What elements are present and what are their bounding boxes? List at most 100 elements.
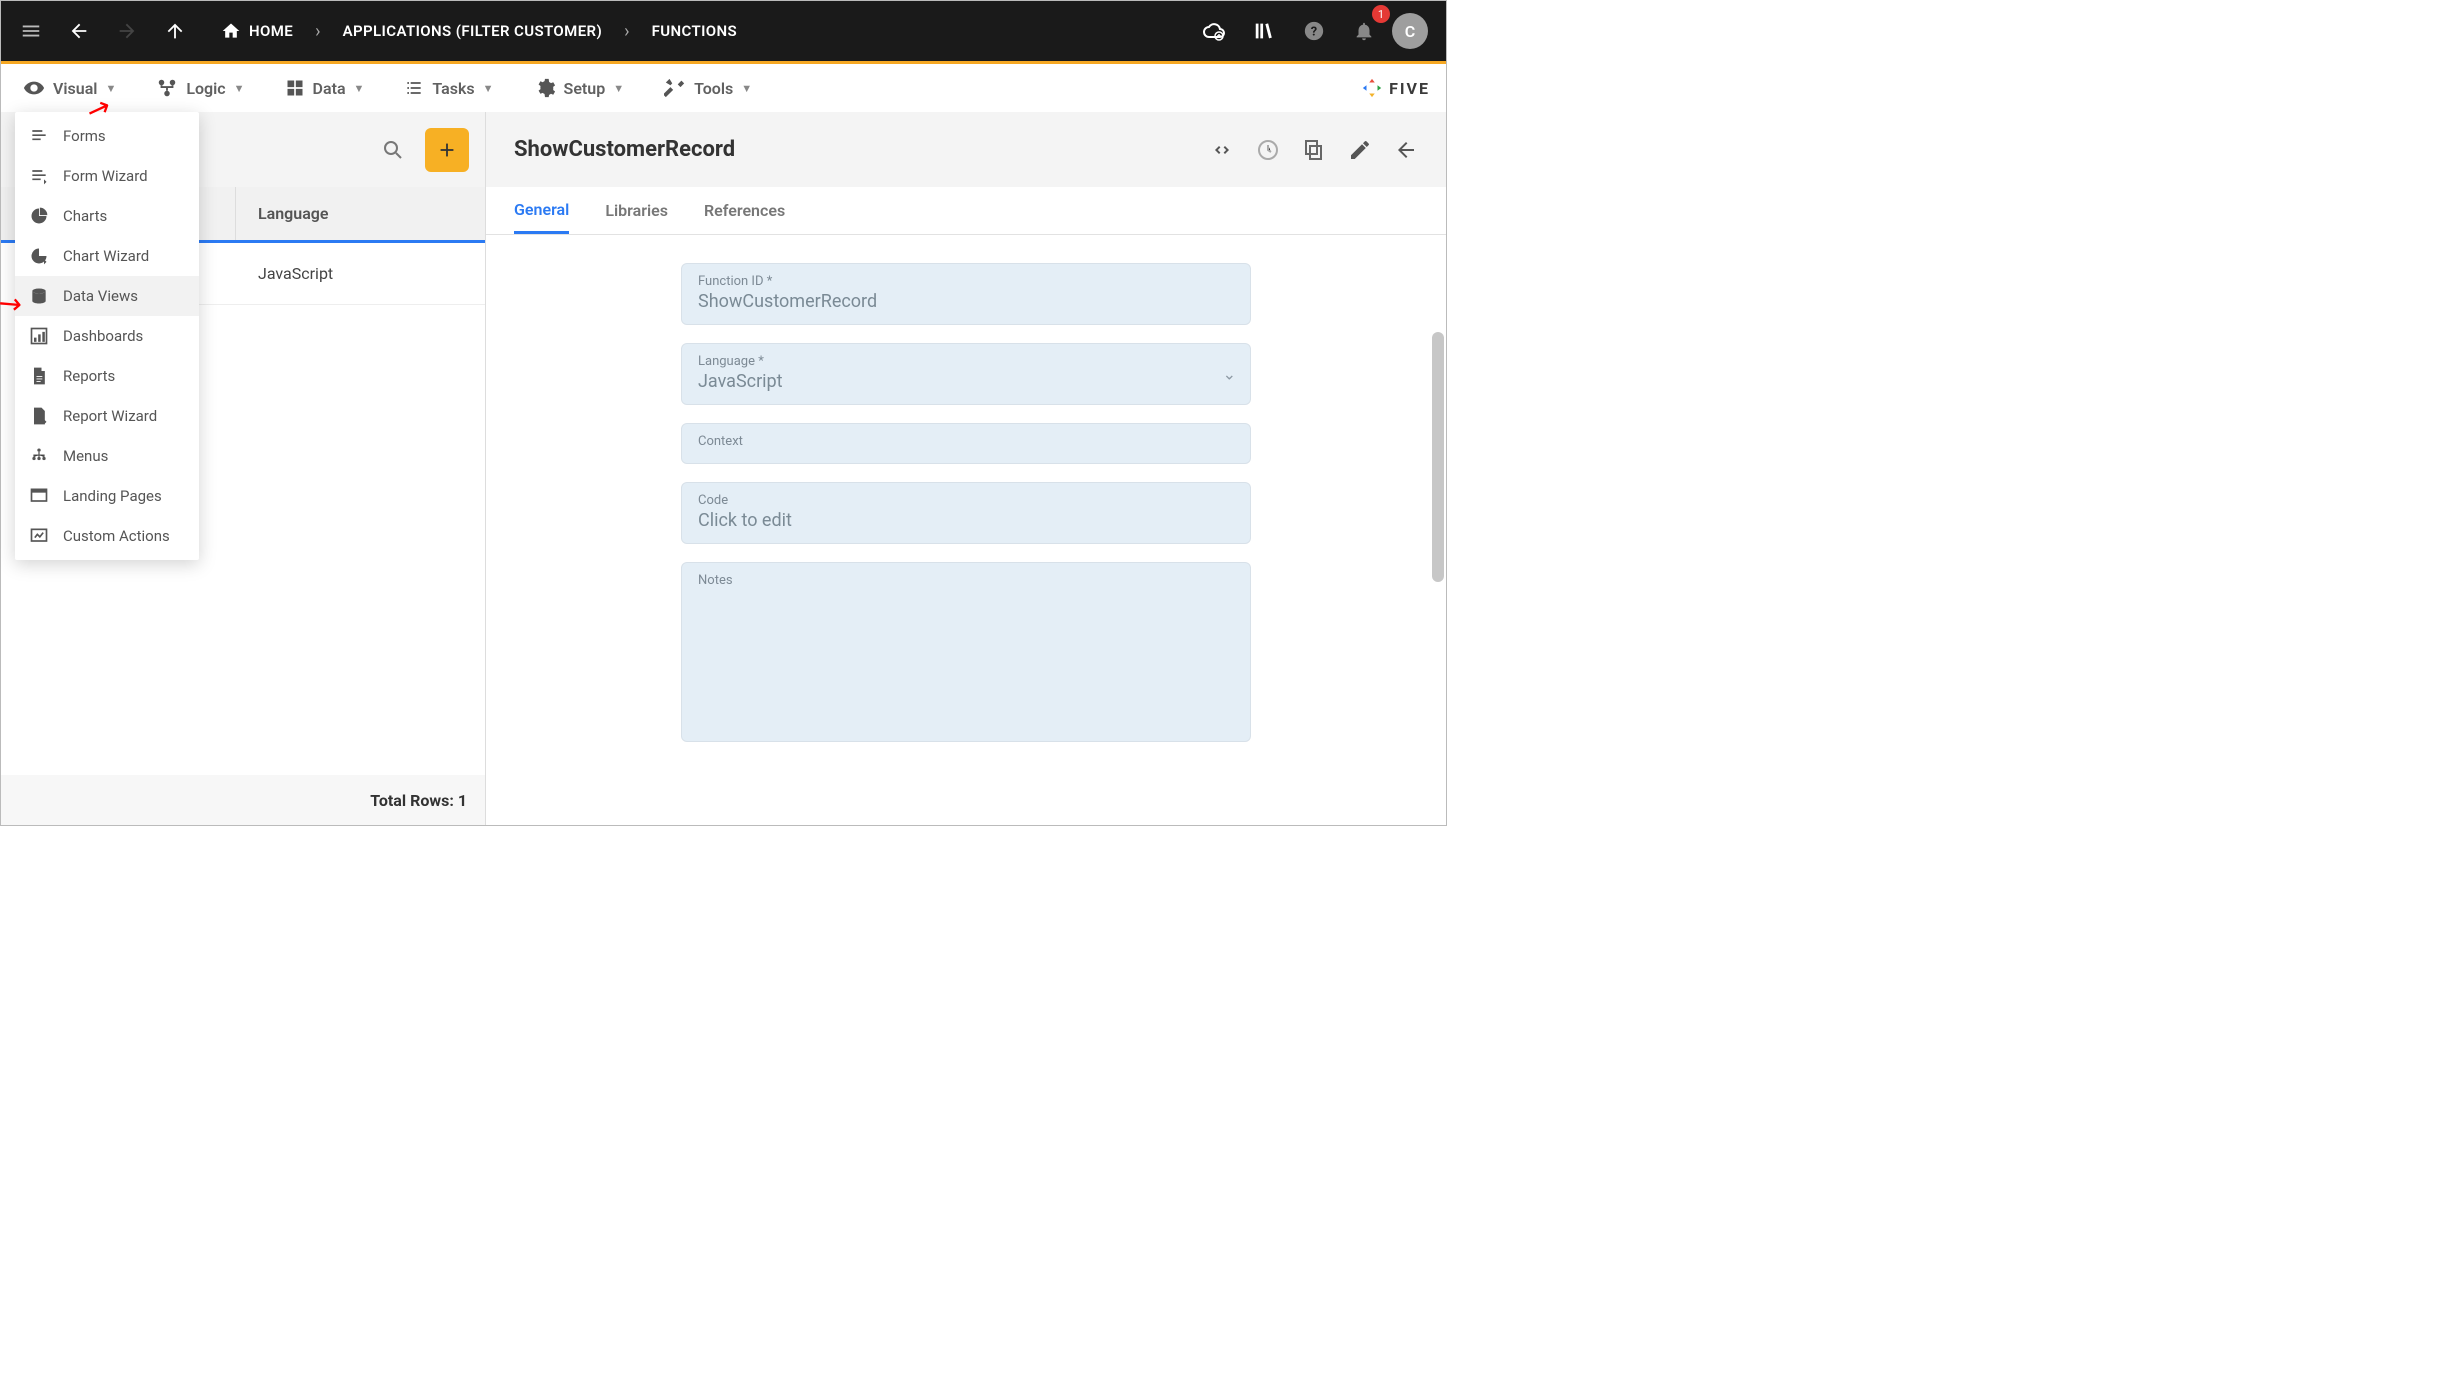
search-icon: [381, 138, 405, 162]
copy-button[interactable]: [1302, 138, 1326, 162]
custom-actions-icon: [29, 526, 49, 546]
detail-actions: [1210, 138, 1418, 162]
edit-button[interactable]: [1348, 138, 1372, 162]
dropdown-item-chart-wizard[interactable]: Chart Wizard: [15, 236, 199, 276]
cloud-icon: [1202, 19, 1226, 43]
tab-general[interactable]: General: [514, 188, 569, 234]
dropdown-item-custom-actions[interactable]: Custom Actions: [15, 516, 199, 556]
detail-panel: ShowCustomerRecord General Libraries Ref…: [486, 112, 1446, 825]
scrollbar-thumb[interactable]: [1432, 332, 1444, 582]
back-button[interactable]: [57, 9, 101, 53]
avatar[interactable]: C: [1392, 13, 1428, 49]
dropdown-item-label: Chart Wizard: [63, 247, 149, 265]
pencil-icon: [1348, 138, 1372, 162]
dropdown-item-label: Form Wizard: [63, 167, 148, 185]
dropdown-item-menus[interactable]: Menus: [15, 436, 199, 476]
chevron-down-icon: ▼: [354, 82, 365, 95]
chevron-down-icon: ▼: [613, 82, 624, 95]
dropdown-item-form-wizard[interactable]: Form Wizard: [15, 156, 199, 196]
plus-icon: [436, 139, 458, 161]
code-button[interactable]: [1210, 138, 1234, 162]
charts-icon: [29, 206, 49, 226]
history-button[interactable]: [1256, 138, 1280, 162]
tab-references[interactable]: References: [704, 189, 785, 232]
library-button[interactable]: [1242, 9, 1286, 53]
forms-icon: [29, 126, 49, 146]
top-bar: HOME › APPLICATIONS (FILTER CUSTOMER) › …: [1, 1, 1446, 61]
hamburger-button[interactable]: [9, 9, 53, 53]
dropdown-item-landing-pages[interactable]: Landing Pages: [15, 476, 199, 516]
books-icon: [1253, 20, 1275, 42]
dropdown-item-forms[interactable]: Forms: [15, 116, 199, 156]
arrow-left-icon: [1394, 138, 1418, 162]
arrow-left-icon: [68, 20, 90, 42]
visual-dropdown: Forms Form Wizard Charts Chart Wizard Da…: [15, 112, 199, 560]
logo: FIVE: [1361, 77, 1430, 99]
logo-icon: [1361, 77, 1383, 99]
notifications-button[interactable]: 1: [1342, 9, 1386, 53]
menu-tools-label: Tools: [694, 79, 733, 98]
help-button[interactable]: ?: [1292, 9, 1336, 53]
data-views-icon: [29, 286, 49, 306]
dropdown-item-reports[interactable]: Reports: [15, 356, 199, 396]
language-label: Language *: [698, 354, 1234, 369]
function-id-label: Function ID *: [698, 274, 1234, 289]
dropdown-item-charts[interactable]: Charts: [15, 196, 199, 236]
form-wizard-icon: [29, 166, 49, 186]
context-field[interactable]: Context: [681, 423, 1251, 464]
language-field[interactable]: Language * JavaScript ⌄: [681, 343, 1251, 405]
dropdown-item-label: Forms: [63, 127, 106, 145]
menu-visual-label: Visual: [53, 79, 97, 98]
clock-icon: [1256, 138, 1280, 162]
menus-icon: [29, 446, 49, 466]
chevron-down-icon: ▼: [741, 82, 752, 95]
bell-icon: [1353, 20, 1375, 42]
function-id-field[interactable]: Function ID * ShowCustomerRecord: [681, 263, 1251, 325]
dashboards-icon: [29, 326, 49, 346]
tab-libraries[interactable]: Libraries: [605, 189, 668, 232]
chevron-right-icon: ›: [618, 21, 635, 42]
list-icon: [404, 78, 424, 98]
breadcrumb-home-label: HOME: [249, 22, 293, 40]
cloud-button[interactable]: [1192, 9, 1236, 53]
notification-badge: 1: [1372, 5, 1390, 23]
menu-tools[interactable]: Tools ▼: [654, 71, 762, 105]
code-value: Click to edit: [698, 510, 1234, 531]
menu-data-label: Data: [313, 79, 346, 98]
breadcrumb-app[interactable]: APPLICATIONS (FILTER CUSTOMER): [331, 14, 615, 48]
dropdown-item-label: Menus: [63, 447, 108, 465]
up-button[interactable]: [153, 9, 197, 53]
menu-setup[interactable]: Setup▼: [524, 71, 635, 105]
add-button[interactable]: [425, 128, 469, 172]
column-language[interactable]: Language: [236, 187, 351, 240]
list-footer: Total Rows: 1: [1, 775, 485, 825]
dropdown-item-label: Report Wizard: [63, 407, 157, 425]
notes-field[interactable]: Notes: [681, 562, 1251, 742]
dropdown-item-label: Custom Actions: [63, 527, 170, 545]
dropdown-item-data-views[interactable]: Data Views: [15, 276, 199, 316]
menu-data[interactable]: Data ▼: [275, 72, 375, 104]
chevron-down-icon: ▼: [105, 82, 116, 95]
dropdown-item-label: Dashboards: [63, 327, 143, 345]
back-detail-button[interactable]: [1394, 138, 1418, 162]
dropdown-item-dashboards[interactable]: Dashboards: [15, 316, 199, 356]
menu-logic[interactable]: Logic▼: [146, 71, 254, 105]
search-button[interactable]: [373, 130, 413, 170]
copy-icon: [1302, 138, 1326, 162]
reports-icon: [29, 366, 49, 386]
forward-button[interactable]: [105, 9, 149, 53]
menu-visual[interactable]: Visual ▼: [13, 71, 126, 105]
language-value: JavaScript: [698, 371, 1234, 392]
menu-tasks[interactable]: Tasks▼: [394, 72, 503, 104]
help-icon: ?: [1303, 20, 1325, 42]
breadcrumb-page[interactable]: FUNCTIONS: [640, 14, 750, 48]
breadcrumb-home[interactable]: HOME: [209, 13, 305, 49]
function-id-value: ShowCustomerRecord: [698, 291, 1234, 312]
code-field[interactable]: Code Click to edit: [681, 482, 1251, 544]
report-wizard-icon: [29, 406, 49, 426]
chevron-down-icon: ▼: [234, 82, 245, 95]
gear-icon: [534, 77, 556, 99]
wrench-icon: [664, 77, 686, 99]
breadcrumb: HOME › APPLICATIONS (FILTER CUSTOMER) › …: [209, 13, 749, 49]
dropdown-item-report-wizard[interactable]: Report Wizard: [15, 396, 199, 436]
